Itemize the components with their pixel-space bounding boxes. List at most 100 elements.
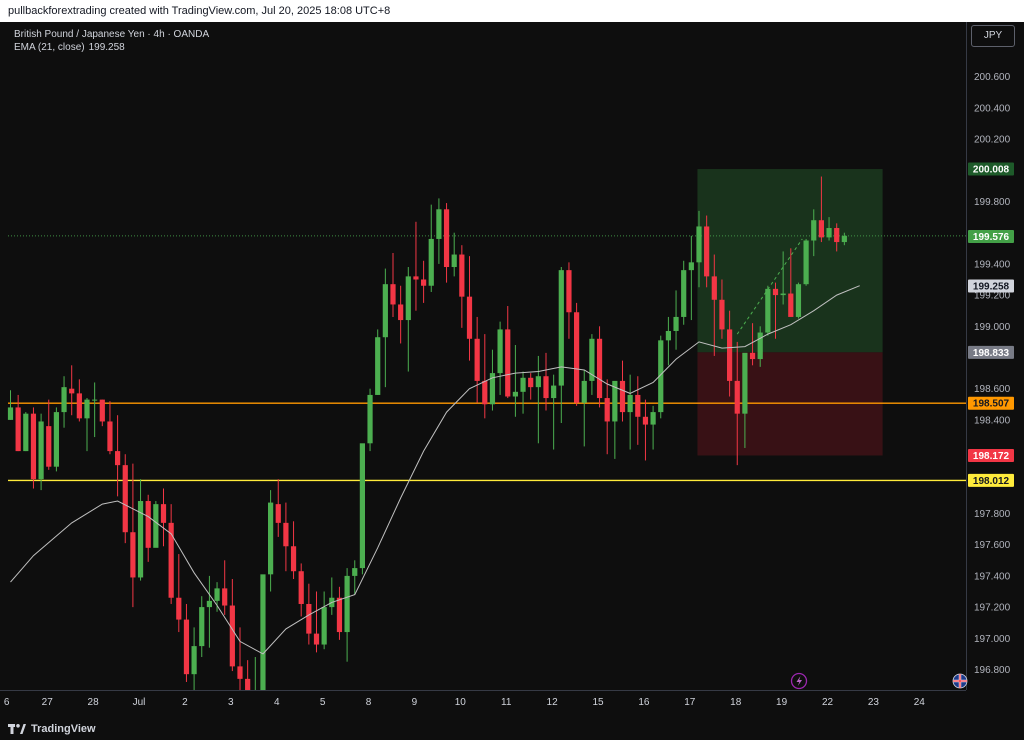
currency-button[interactable]: JPY bbox=[971, 25, 1015, 47]
candle-body bbox=[199, 607, 205, 647]
candle bbox=[206, 575, 212, 648]
footer-brand: TradingView bbox=[31, 723, 96, 735]
candle bbox=[543, 352, 549, 411]
candle bbox=[84, 398, 90, 452]
price-tick-label: 197.800 bbox=[974, 509, 1011, 520]
price-tag-text: 199.576 bbox=[973, 232, 1010, 243]
chart-area[interactable]: 200.600 200.400 200.200 199.800 199.400 199.2… bbox=[0, 22, 1024, 718]
candle-body bbox=[466, 296, 473, 339]
candle-body bbox=[727, 329, 733, 381]
candle-body bbox=[596, 338, 603, 399]
candle-body bbox=[191, 646, 197, 675]
candle bbox=[137, 479, 144, 581]
candle-body bbox=[451, 254, 457, 268]
candle bbox=[612, 380, 618, 459]
candle-body bbox=[306, 603, 312, 634]
candle bbox=[642, 399, 649, 461]
candle bbox=[459, 245, 465, 328]
candle bbox=[803, 238, 809, 286]
footer-bar: TradingView bbox=[0, 718, 1024, 740]
candle bbox=[497, 321, 503, 395]
time-tick-label: 27 bbox=[42, 697, 54, 708]
candle-body bbox=[604, 398, 610, 422]
time-tick-label: 24 bbox=[914, 697, 926, 708]
candle bbox=[367, 388, 373, 452]
candle-body bbox=[382, 284, 388, 338]
candle bbox=[558, 267, 564, 424]
candle-body bbox=[46, 426, 52, 467]
candle-body bbox=[482, 380, 488, 405]
time-tick-label: 17 bbox=[684, 697, 696, 708]
candle-body bbox=[352, 568, 358, 576]
candle-body bbox=[795, 284, 802, 317]
price-tick-label: 198.400 bbox=[974, 415, 1011, 426]
tradingview-logo[interactable]: TradingView bbox=[8, 718, 96, 740]
price-tag-text: 198.833 bbox=[973, 348, 1010, 359]
candle-body bbox=[405, 276, 411, 321]
price-tick-label: 197.400 bbox=[974, 571, 1011, 582]
time-tick-label: 11 bbox=[501, 697, 512, 708]
candle bbox=[160, 488, 167, 547]
header-credit-bar: pullbackforextrading created with Tradin… bbox=[0, 0, 1024, 22]
candle bbox=[222, 560, 228, 615]
candle-body bbox=[290, 546, 297, 572]
price-tick-label: 200.600 bbox=[974, 72, 1011, 83]
candle-body bbox=[734, 380, 740, 414]
candle-body bbox=[237, 666, 243, 679]
candle bbox=[23, 412, 29, 452]
candle-body bbox=[757, 332, 763, 360]
lightning-icon-bolt bbox=[796, 676, 802, 686]
ema-label: EMA (21, close) bbox=[14, 42, 85, 53]
candle bbox=[375, 329, 381, 395]
candle-body bbox=[765, 288, 771, 333]
time-tick-label: 16 bbox=[638, 697, 650, 708]
candle-body bbox=[772, 288, 779, 296]
price-tick-label: 198.600 bbox=[974, 384, 1011, 395]
candle-body bbox=[818, 220, 824, 238]
price-tick-label: 200.400 bbox=[974, 103, 1011, 114]
candle-body bbox=[260, 574, 266, 701]
time-tick-label: 15 bbox=[592, 697, 604, 708]
price-chart-svg[interactable]: 200.600 200.400 200.200 199.800 199.400 199.2… bbox=[0, 22, 1024, 718]
candle bbox=[650, 405, 656, 450]
candle-body bbox=[222, 588, 228, 606]
candle-body bbox=[15, 407, 21, 452]
candle-body bbox=[176, 597, 182, 620]
lightning-icon[interactable] bbox=[790, 672, 808, 690]
candle bbox=[7, 390, 14, 420]
candle-body bbox=[581, 380, 587, 403]
candle bbox=[336, 586, 343, 640]
candle bbox=[176, 554, 182, 633]
candle bbox=[505, 306, 511, 399]
candle-body bbox=[99, 399, 105, 422]
candle bbox=[428, 204, 434, 292]
candle-body bbox=[160, 504, 167, 523]
candle-body bbox=[122, 465, 128, 533]
candle bbox=[520, 371, 526, 414]
candle-body bbox=[375, 337, 381, 395]
candle-body bbox=[826, 228, 832, 238]
candle bbox=[574, 302, 580, 406]
candle bbox=[451, 232, 457, 277]
time-tick-label: 3 bbox=[228, 697, 234, 708]
price-tag-text: 200.008 bbox=[973, 165, 1010, 176]
candle-body bbox=[23, 413, 29, 452]
candle-body bbox=[61, 387, 67, 413]
uk-flag-icon bbox=[952, 673, 968, 689]
candle bbox=[688, 235, 694, 321]
price-tag-text: 198.012 bbox=[973, 476, 1010, 487]
candle-body bbox=[30, 413, 37, 480]
time-tick-label: 10 bbox=[455, 697, 467, 708]
time-tick-label: 9 bbox=[412, 697, 418, 708]
candle bbox=[168, 504, 174, 604]
candle-body bbox=[535, 376, 541, 388]
candle-body bbox=[92, 399, 98, 401]
candle bbox=[405, 267, 411, 372]
candle-body bbox=[344, 575, 350, 633]
candle-body bbox=[229, 605, 235, 667]
candle-body bbox=[7, 407, 14, 420]
candle bbox=[290, 521, 297, 580]
candle-body bbox=[719, 299, 725, 330]
header-credit: pullbackforextrading created with Tradin… bbox=[8, 5, 391, 17]
candle-body bbox=[673, 316, 679, 331]
